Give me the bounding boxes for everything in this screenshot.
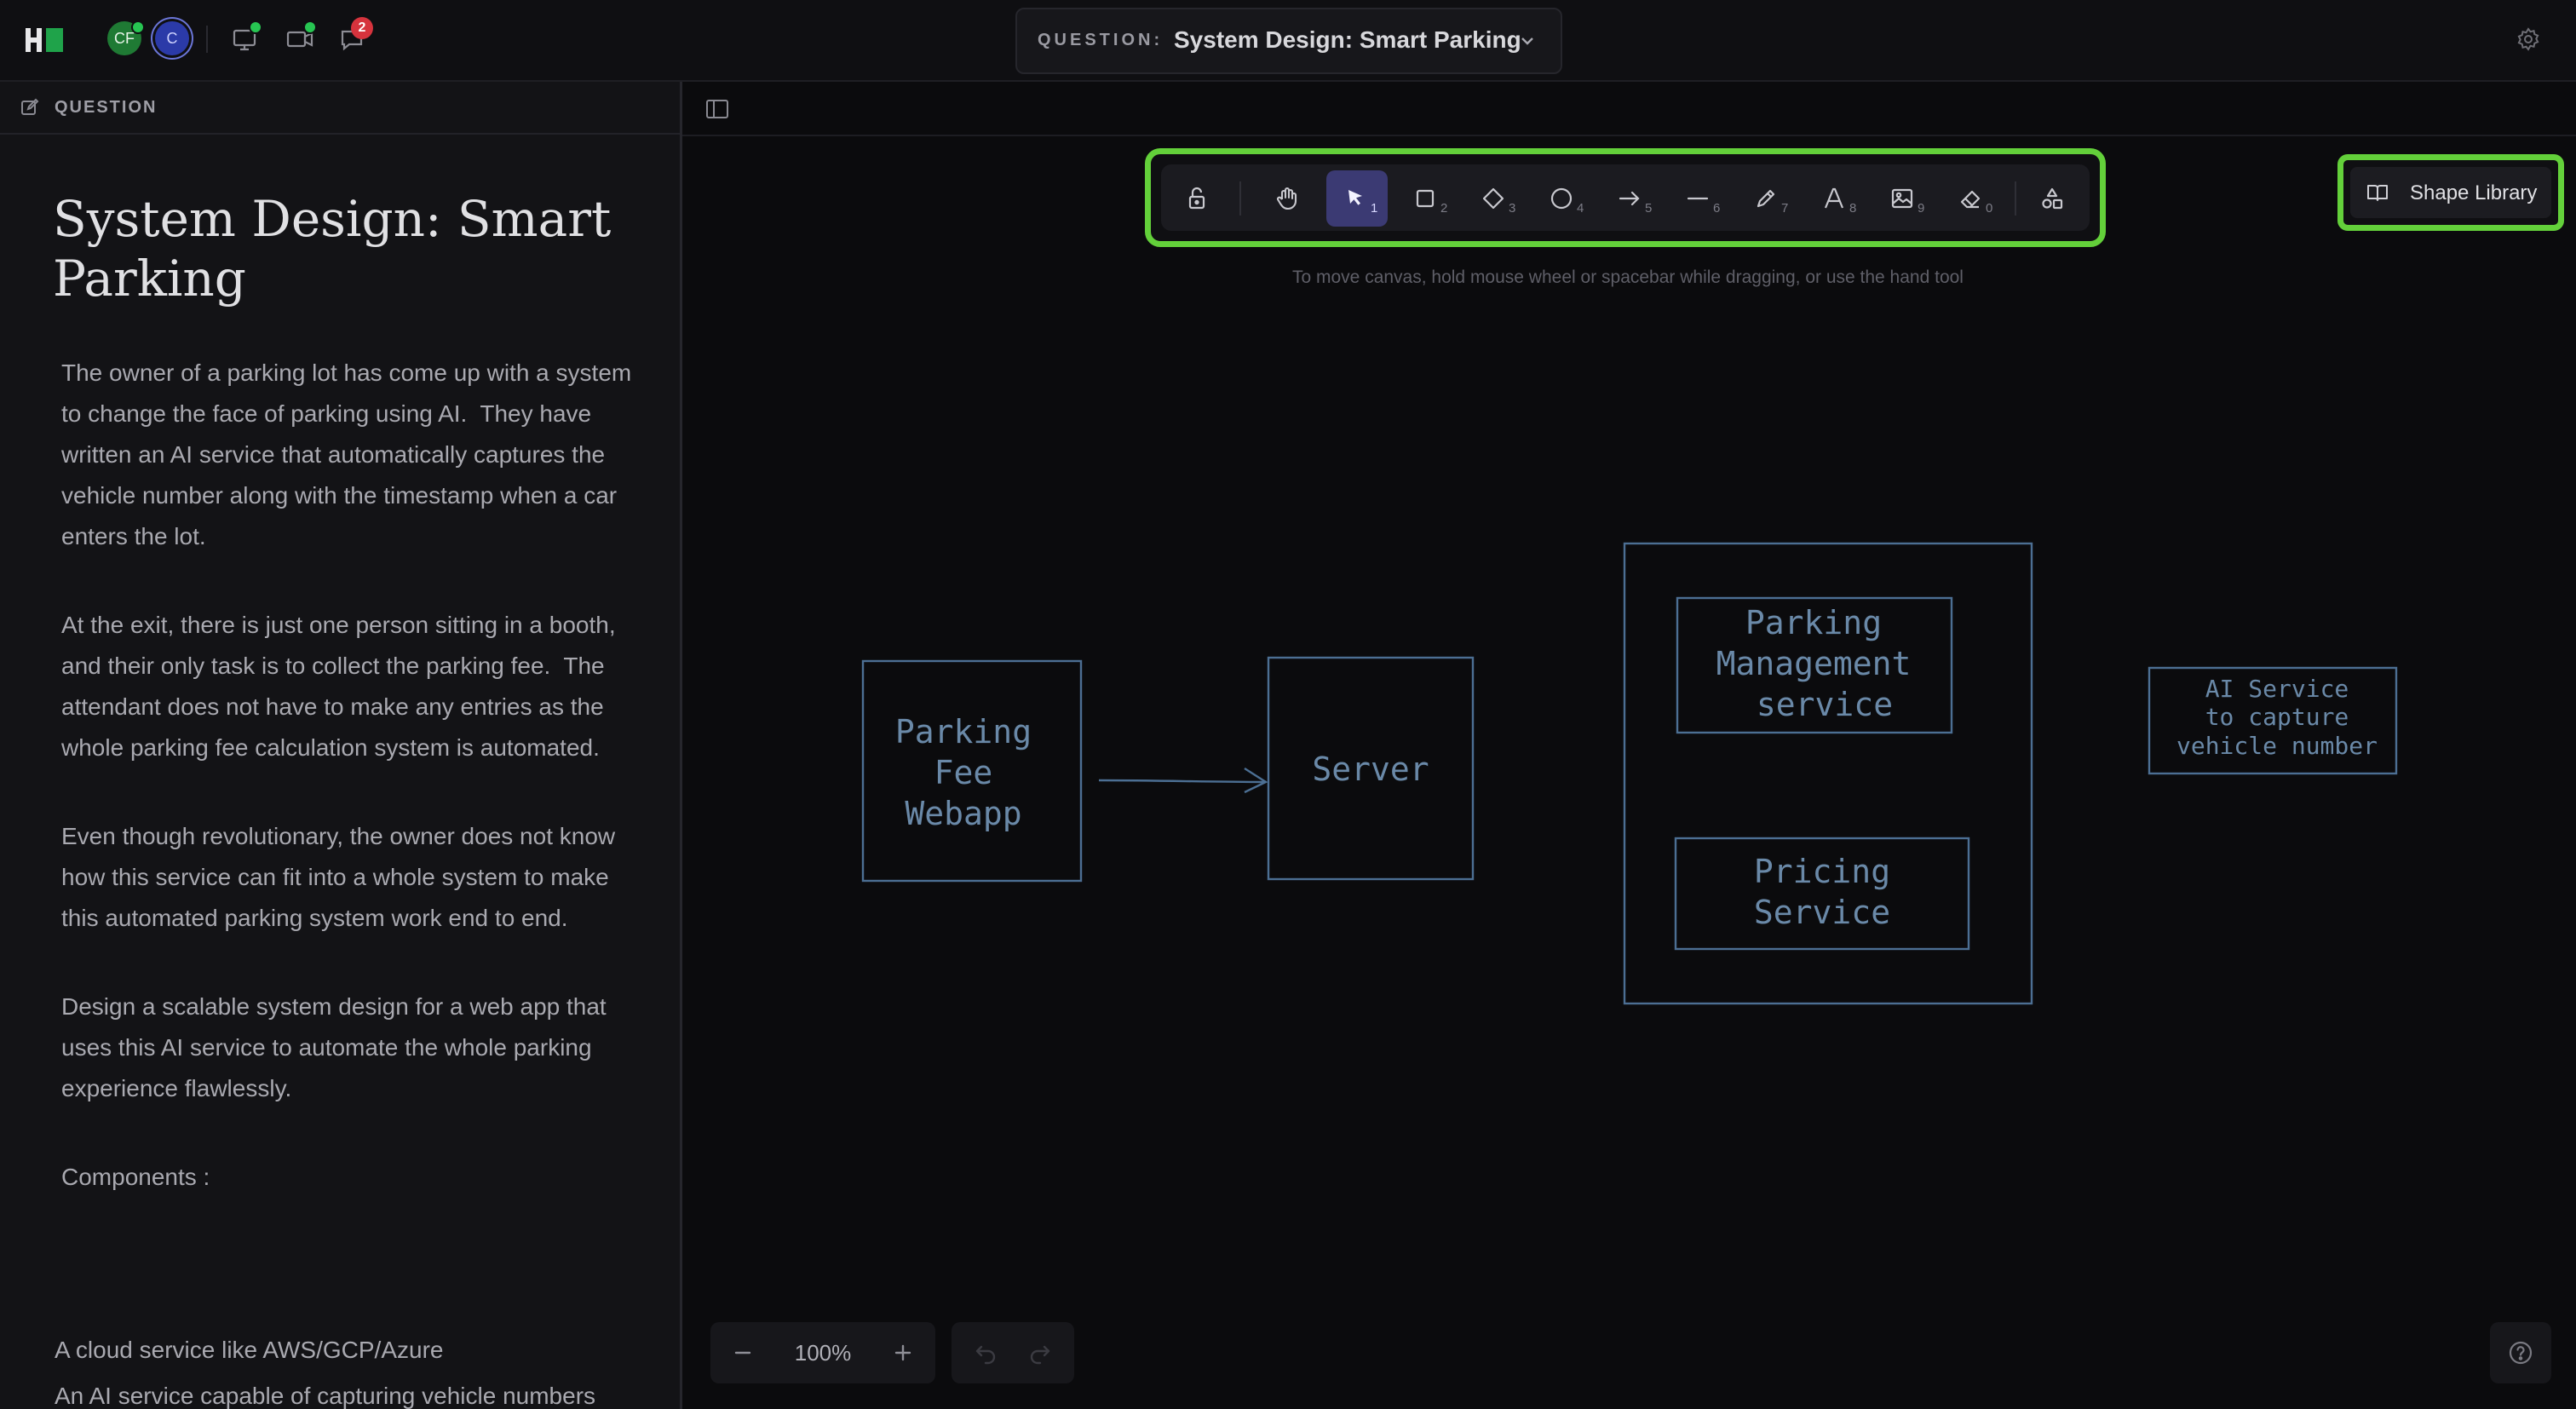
avatar-c[interactable]: C [155,21,189,55]
gear-icon[interactable] [2513,24,2544,55]
zoom-in-icon[interactable] [888,1337,918,1368]
diagram: Parking Fee Webapp Server Parking Manage… [861,542,2398,1005]
zoom-level[interactable]: 100% [780,1340,865,1366]
question-title: System Design: Smart Parking [53,190,612,308]
zoom-out-icon[interactable] [727,1337,758,1368]
paragraph: At the exit, there is just one person si… [61,612,623,761]
history-controls [952,1322,1074,1383]
node-label: Parking [895,713,1032,751]
zoom-controls: 100% [710,1322,935,1383]
chevron-down-icon [1521,37,1533,45]
app-logo-icon [26,28,63,52]
node-label: Pricing [1754,853,1890,890]
paragraph: Design a scalable system design for a we… [61,993,613,1101]
list-item: An AI service capable of capturing vehic… [55,1383,596,1409]
help-button[interactable] [2490,1322,2551,1383]
question-panel: QUESTION System Design: Smart Parking Th… [0,82,682,1409]
node-label: Server [1312,751,1429,788]
node-label: to capture [2205,703,2349,731]
question-selector-value: System Design: Smart Parking [1174,26,1521,53]
list-item: A cloud service like AWS/GCP/Azure [55,1337,444,1363]
undo-icon[interactable] [972,1339,999,1366]
components-heading: Components : [61,1164,210,1190]
video-status [303,20,317,34]
question-panel-header: QUESTION [0,82,680,135]
redo-icon[interactable] [1026,1339,1054,1366]
screen-share-status [249,20,262,34]
node-label: Service [1754,894,1890,931]
paragraph: The owner of a parking lot has come up w… [61,359,638,549]
top-bar: CF C 2 QUESTION: System Design: Smart Pa… [0,0,2576,82]
node-label: vehicle number [2176,732,2378,760]
node-label: Fee [934,754,993,791]
node-label: service [1757,686,1893,723]
online-indicator [131,20,145,34]
paragraph: Even though revolutionary, the owner doe… [61,823,622,931]
node-label: Parking [1745,604,1882,641]
divider [206,26,208,53]
whiteboard-canvas[interactable]: 1 2 3 4 5 6 7 8 9 0 To move canvas, hold… [682,82,2576,1409]
notification-badge: 2 [351,17,373,39]
node-label: AI Service [2205,675,2349,703]
help-icon [2509,1341,2533,1365]
edit-icon [21,98,39,115]
question-selector[interactable]: QUESTION: System Design: Smart Parking [1015,8,1562,74]
arrow-head [1244,767,1268,794]
question-selector-label: QUESTION: [1038,31,1164,49]
node-label: Management [1716,645,1912,682]
arrow-webapp-to-server[interactable] [1098,779,1265,784]
question-description: The owner of a parking lot has come up w… [61,353,641,1249]
question-panel-title: QUESTION [55,98,158,117]
node-label: Webapp [905,795,1021,832]
components-list: A cloud service like AWS/GCP/Azure An AI… [55,1327,676,1409]
